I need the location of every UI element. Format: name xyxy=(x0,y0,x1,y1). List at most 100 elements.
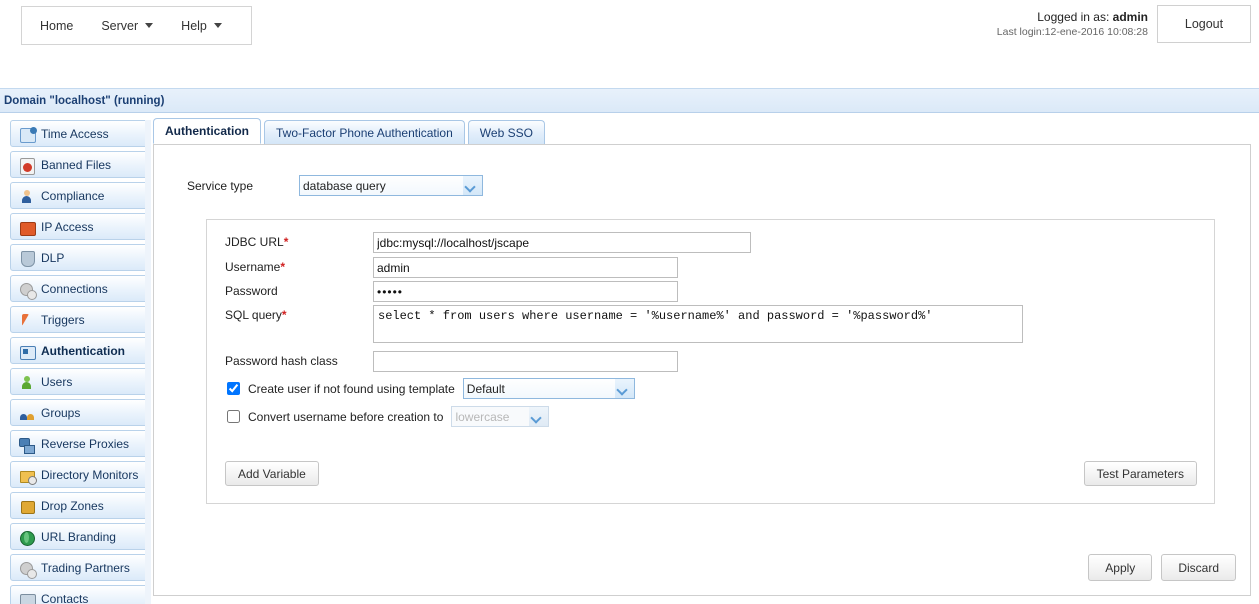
tab-two-factor-phone-authentication[interactable]: Two-Factor Phone Authentication xyxy=(264,120,465,144)
globe-icon-shape xyxy=(20,530,35,546)
sidebar-item-contacts[interactable]: Contacts xyxy=(10,585,149,604)
banned-file-icon xyxy=(19,157,35,175)
jdbc-url-row: JDBC URL* xyxy=(225,232,751,253)
login-info: Logged in as: admin Last login:12-ene-20… xyxy=(997,9,1148,39)
password-hash-class-row: Password hash class xyxy=(225,351,678,372)
username-label: Username* xyxy=(225,257,373,274)
sidebar-item-directory-monitors[interactable]: Directory Monitors xyxy=(10,461,149,488)
convert-username-select[interactable]: lowercase xyxy=(451,406,550,427)
sidebar-item-time-access[interactable]: Time Access xyxy=(10,120,149,147)
required-marker: * xyxy=(283,235,289,249)
create-user-checkbox[interactable] xyxy=(227,382,240,395)
gears-icon xyxy=(19,560,37,579)
sidebar-item-compliance[interactable]: Compliance xyxy=(10,182,149,209)
menu-item-home-label: Home xyxy=(40,18,74,33)
required-marker: * xyxy=(280,260,286,274)
username-input[interactable] xyxy=(373,257,678,278)
add-variable-button[interactable]: Add Variable xyxy=(225,461,319,486)
contacts-icon xyxy=(19,591,36,604)
username-row: Username* xyxy=(225,257,678,278)
password-hash-class-input[interactable] xyxy=(373,351,678,372)
sidebar-item-drop-zones[interactable]: Drop Zones xyxy=(10,492,149,519)
sidebar-item-label: Groups xyxy=(41,405,81,420)
password-label: Password xyxy=(225,284,278,298)
jdbc-url-label-text: JDBC URL xyxy=(225,235,284,249)
sql-query-row: SQL query* select * from users where use… xyxy=(225,305,1023,343)
gears-icon-shape xyxy=(20,282,37,300)
logout-button[interactable]: Logout xyxy=(1157,5,1251,43)
menu-item-server[interactable]: Server xyxy=(87,7,167,44)
sidebar-item-dlp[interactable]: DLP xyxy=(10,244,149,271)
proxy-icon-shape xyxy=(19,437,35,454)
contacts-icon-shape xyxy=(20,593,36,604)
tab-label: Two-Factor Phone Authentication xyxy=(276,125,453,140)
box-icon xyxy=(19,498,35,514)
sidebar-item-label: Contacts xyxy=(41,591,89,604)
database-query-settings-box: JDBC URL* Username* Password SQL query* … xyxy=(206,219,1215,504)
folder-clock-icon xyxy=(19,467,37,485)
create-user-row: Create user if not found using template … xyxy=(227,378,635,399)
template-select[interactable]: Default xyxy=(462,378,635,399)
main-menu: Home Server Help xyxy=(21,6,252,45)
required-marker: * xyxy=(281,308,287,322)
chevron-down-icon xyxy=(145,23,154,28)
service-type-row: Service type database query xyxy=(187,175,483,196)
sidebar-item-label: Time Access xyxy=(41,126,109,141)
sidebar-item-label: IP Access xyxy=(41,219,94,234)
sql-query-textarea[interactable]: select * from users where username = '%u… xyxy=(373,305,1023,343)
brick-wall-icon-shape xyxy=(20,221,36,236)
top-bar: Home Server Help Logged in as: admin Las… xyxy=(0,0,1259,55)
tab-web-sso[interactable]: Web SSO xyxy=(467,120,545,144)
group-icon xyxy=(19,405,35,421)
clock-icon xyxy=(19,126,37,143)
service-type-select[interactable]: database query xyxy=(299,175,483,196)
sql-query-label: SQL query* xyxy=(225,305,373,322)
shield-icon xyxy=(19,250,35,267)
banned-file-icon-shape xyxy=(20,157,35,175)
sidebar-item-label: Banned Files xyxy=(41,157,112,172)
group-icon-shape xyxy=(20,413,34,420)
sidebar-item-banned-files[interactable]: Banned Files xyxy=(10,151,149,178)
proxy-icon xyxy=(19,436,35,454)
username-label-text: Username xyxy=(225,260,281,274)
sidebar-item-users[interactable]: Users xyxy=(10,368,149,395)
brick-wall-icon xyxy=(19,219,36,236)
lightning-icon xyxy=(19,312,35,328)
sidebar-scrollbar[interactable] xyxy=(145,120,151,604)
user-icon xyxy=(19,374,35,390)
sidebar-item-reverse-proxies[interactable]: Reverse Proxies xyxy=(10,430,149,457)
jdbc-url-input[interactable] xyxy=(373,232,751,253)
content-panel: Service type database query JDBC URL* Us… xyxy=(153,144,1251,596)
discard-button[interactable]: Discard xyxy=(1161,554,1236,581)
convert-username-checkbox[interactable] xyxy=(227,410,240,423)
sidebar-item-url-branding[interactable]: URL Branding xyxy=(10,523,149,550)
menu-item-help-label: Help xyxy=(181,18,207,33)
apply-button[interactable]: Apply xyxy=(1088,554,1153,581)
jdbc-url-label: JDBC URL* xyxy=(225,232,373,249)
password-input[interactable] xyxy=(373,281,678,302)
authentication-icon xyxy=(19,343,36,360)
sidebar-item-ip-access[interactable]: IP Access xyxy=(10,213,149,240)
template-select-wrap: Default xyxy=(462,378,635,399)
menu-item-home[interactable]: Home xyxy=(22,7,87,44)
tab-authentication[interactable]: Authentication xyxy=(153,118,261,144)
sidebar-item-trading-partners[interactable]: Trading Partners xyxy=(10,554,149,581)
user-icon-shape xyxy=(22,375,31,389)
sidebar-item-groups[interactable]: Groups xyxy=(10,399,149,426)
sidebar-item-label: DLP xyxy=(41,250,65,265)
password-hash-class-label: Password hash class xyxy=(225,354,338,368)
sidebar-item-authentication[interactable]: Authentication xyxy=(10,337,149,364)
sidebar-item-connections[interactable]: Connections xyxy=(10,275,149,302)
sidebar-item-label: Directory Monitors xyxy=(41,467,139,482)
sidebar-item-label: Trading Partners xyxy=(41,560,130,575)
test-parameters-button[interactable]: Test Parameters xyxy=(1083,461,1197,486)
service-type-label: Service type xyxy=(187,178,254,193)
lightning-icon-shape xyxy=(22,313,29,326)
chevron-down-icon xyxy=(213,23,222,28)
menu-item-help[interactable]: Help xyxy=(167,7,236,44)
sidebar-item-label: Drop Zones xyxy=(41,498,104,513)
domain-status-label: Domain "localhost" (running) xyxy=(4,94,165,107)
sidebar-item-label: Authentication xyxy=(41,343,125,358)
sidebar-item-triggers[interactable]: Triggers xyxy=(10,306,149,333)
create-user-label: Create user if not found using template xyxy=(248,381,455,396)
